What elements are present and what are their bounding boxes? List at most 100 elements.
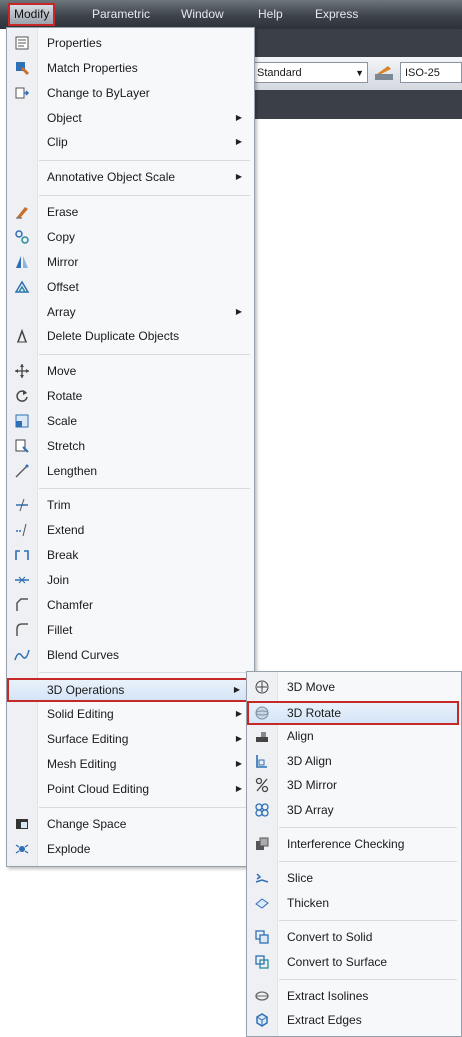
menu-item-delete-duplicate-objects[interactable]: Delete Duplicate Objects — [9, 325, 252, 347]
menu-item-solid-editing[interactable]: Solid Editing ▶ — [9, 703, 252, 725]
menu-item-label: Join — [47, 573, 70, 587]
menu-item-label: Thicken — [287, 895, 330, 910]
menu-item-3d-mirror[interactable]: 3D Mirror — [249, 774, 459, 796]
offset-icon — [14, 280, 30, 293]
menu-item-move[interactable]: Move — [9, 360, 252, 382]
chamfer-icon — [16, 598, 28, 611]
menu-item-change-space[interactable]: Change Space — [9, 813, 252, 835]
menu-item-break[interactable]: Break — [9, 544, 252, 566]
3d-move-icon — [255, 680, 269, 694]
menu-separator — [279, 978, 457, 980]
menu-item-3d-array[interactable]: 3D Array — [249, 799, 459, 821]
menu-item-object[interactable]: Object ▶ — [9, 107, 252, 129]
extend-icon — [16, 524, 27, 537]
menu-item-label: Interference Checking — [287, 837, 405, 852]
menu-item-3d-operations[interactable]: 3D Operations ▶ — [7, 678, 252, 703]
menu-separator — [39, 488, 250, 490]
menu-item-thicken[interactable]: Thicken — [249, 892, 459, 914]
menu-separator — [279, 861, 457, 863]
menu-item-label: Rotate — [47, 389, 83, 404]
menu-item-label: Change to ByLayer — [47, 85, 150, 100]
dimension-style-icon[interactable] — [373, 63, 395, 83]
3d-align-icon — [256, 754, 267, 768]
menu-item-label: Extract Edges — [287, 1013, 362, 1028]
menu-item-join[interactable]: Join — [9, 569, 252, 591]
menu-item-trim[interactable]: Trim — [9, 494, 252, 516]
menu-item-stretch[interactable]: Stretch — [9, 435, 252, 457]
interference-icon — [256, 837, 269, 851]
menu-separator — [39, 354, 250, 356]
chevron-down-icon: ▼ — [355, 68, 364, 78]
trim-icon — [16, 499, 28, 512]
menu-item-convert-to-surface[interactable]: Convert to Surface — [249, 951, 459, 973]
menu-item-interference-checking[interactable]: Interference Checking — [249, 833, 459, 855]
menu-item-scale[interactable]: Scale — [9, 410, 252, 432]
menu-item-label: Chamfer — [47, 597, 94, 612]
menu-item-clip[interactable]: Clip ▶ — [9, 131, 252, 153]
menu-item-label: Match Properties — [47, 60, 138, 75]
3d-rotate-icon — [255, 706, 269, 720]
menu-item-lengthen[interactable]: Lengthen — [9, 460, 252, 482]
menu-item-extract-edges[interactable]: Extract Edges — [249, 1009, 459, 1031]
menu-item-mirror[interactable]: Mirror — [9, 251, 252, 273]
menu-item-label: Array — [47, 304, 76, 319]
menu-item-extend[interactable]: Extend — [9, 519, 252, 541]
menu-item-properties[interactable]: Properties — [9, 32, 252, 54]
menu-help[interactable]: Help — [254, 5, 287, 24]
dim-style-combo[interactable]: ISO-25 — [400, 62, 462, 83]
menu-item-rotate[interactable]: Rotate — [9, 385, 252, 407]
submenu-arrow-icon: ▶ — [235, 306, 242, 316]
menu-item-blend-curves[interactable]: Blend Curves — [9, 644, 252, 666]
slice-icon — [255, 873, 269, 883]
menu-item-match-properties[interactable]: Match Properties — [9, 57, 252, 79]
menu-separator — [39, 806, 250, 808]
menu-item-align[interactable]: Align — [249, 725, 459, 747]
thicken-icon — [255, 898, 269, 909]
text-style-combo[interactable]: Standard ▼ — [252, 62, 368, 83]
menu-parametric[interactable]: Parametric — [88, 5, 154, 24]
menu-item-chamfer[interactable]: Chamfer — [9, 594, 252, 616]
menu-separator — [39, 672, 250, 674]
menu-item-3d-align[interactable]: 3D Align — [249, 750, 459, 772]
menu-item-change-to-bylayer[interactable]: Change to ByLayer — [9, 82, 252, 104]
drawing-area[interactable] — [250, 119, 462, 679]
3d-operations-submenu: 3D Move 3D Rotate Align 3D Align 3D Mirror 3D… — [246, 671, 462, 1037]
menu-item-mesh-editing[interactable]: Mesh Editing ▶ — [9, 753, 252, 775]
menu-modify[interactable]: Modify — [8, 3, 56, 26]
menu-item-erase[interactable]: Erase — [9, 201, 252, 223]
menu-item-label: Mirror — [47, 254, 79, 269]
mirror-icon — [16, 255, 28, 268]
submenu-arrow-icon: ▶ — [235, 709, 242, 719]
menu-item-3d-rotate[interactable]: 3D Rotate — [247, 700, 459, 725]
menu-item-label: Object — [47, 110, 82, 125]
convert-solid-icon — [255, 930, 269, 944]
menu-item-label: Slice — [287, 871, 314, 886]
menu-item-fillet[interactable]: Fillet — [9, 619, 252, 641]
submenu-arrow-icon: ▶ — [235, 758, 242, 768]
change-space-icon — [16, 818, 28, 829]
menu-item-label: Copy — [47, 229, 76, 244]
menu-item-3d-move[interactable]: 3D Move — [249, 676, 459, 698]
menu-item-array[interactable]: Array ▶ — [9, 301, 252, 323]
menu-item-offset[interactable]: Offset — [9, 276, 252, 298]
menu-window[interactable]: Window — [177, 5, 228, 24]
submenu-arrow-icon: ▶ — [235, 734, 242, 744]
menu-item-surface-editing[interactable]: Surface Editing ▶ — [9, 728, 252, 750]
menu-separator — [39, 160, 250, 162]
menu-item-label: 3D Array — [287, 803, 334, 817]
submenu-arrow-icon: ▶ — [235, 783, 242, 793]
menu-item-convert-to-solid[interactable]: Convert to Solid — [249, 926, 459, 948]
menu-item-label: 3D Operations — [47, 683, 125, 698]
menu-express[interactable]: Express — [311, 5, 362, 24]
menu-item-label: 3D Rotate — [287, 705, 342, 720]
menu-item-extract-isolines[interactable]: Extract Isolines — [249, 985, 459, 1007]
menu-item-explode[interactable]: Explode — [9, 838, 252, 860]
menu-item-point-cloud-editing[interactable]: Point Cloud Editing ▶ — [9, 778, 252, 800]
menu-item-label: Surface Editing — [47, 732, 129, 747]
menu-item-annotative-object-scale[interactable]: Annotative Object Scale ▶ — [9, 166, 252, 188]
menu-item-label: Trim — [47, 498, 71, 513]
menu-item-slice[interactable]: Slice — [249, 867, 459, 889]
menu-item-copy[interactable]: Copy — [9, 226, 252, 248]
menu-item-label: Extract Isolines — [287, 988, 369, 1003]
align-icon — [256, 732, 268, 743]
